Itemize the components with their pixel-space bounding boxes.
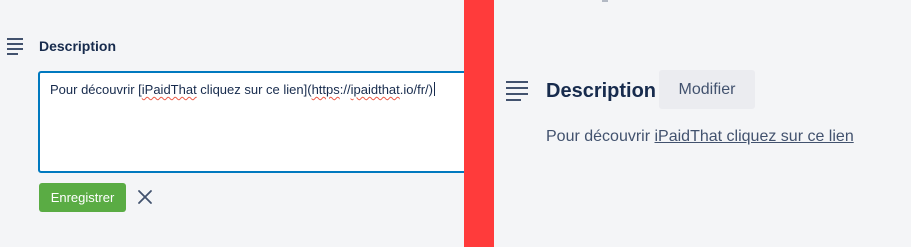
description-heading: Description bbox=[39, 38, 117, 54]
description-view-panel: Description Modifier Pour découvrir iPai… bbox=[494, 0, 911, 247]
description-heading: Description bbox=[546, 80, 657, 102]
misspelled-word: ipaidthat bbox=[350, 82, 400, 97]
modify-button[interactable]: Modifier bbox=[659, 70, 755, 109]
divider-bar bbox=[464, 0, 494, 247]
text-middle: cliquez sur ce lien]( bbox=[196, 82, 312, 97]
description-text-prefix: Pour découvrir bbox=[546, 128, 655, 145]
close-icon[interactable] bbox=[136, 188, 154, 206]
description-textarea[interactable]: Pour découvrir [iPaidThat cliquez sur ce… bbox=[38, 71, 478, 173]
misspelled-word: https bbox=[311, 82, 340, 97]
description-edit-panel: Description Pour découvrir [iPaidThat cl… bbox=[0, 0, 478, 247]
text-before: Pour découvrir [ bbox=[50, 82, 142, 97]
description-icon bbox=[506, 81, 528, 105]
cropped-fragment bbox=[602, 0, 608, 2]
text-url-sep: :// bbox=[339, 82, 351, 97]
description-link[interactable]: iPaidThat cliquez sur ce lien bbox=[655, 128, 854, 145]
save-button[interactable]: Enregistrer bbox=[39, 183, 126, 212]
description-text: Pour découvrir iPaidThat cliquez sur ce … bbox=[546, 127, 854, 147]
misspelled-word: iPaidThat bbox=[141, 82, 197, 97]
text-caret bbox=[434, 82, 435, 96]
description-icon bbox=[7, 38, 23, 58]
text-url-rest: .io/fr/) bbox=[399, 82, 433, 97]
